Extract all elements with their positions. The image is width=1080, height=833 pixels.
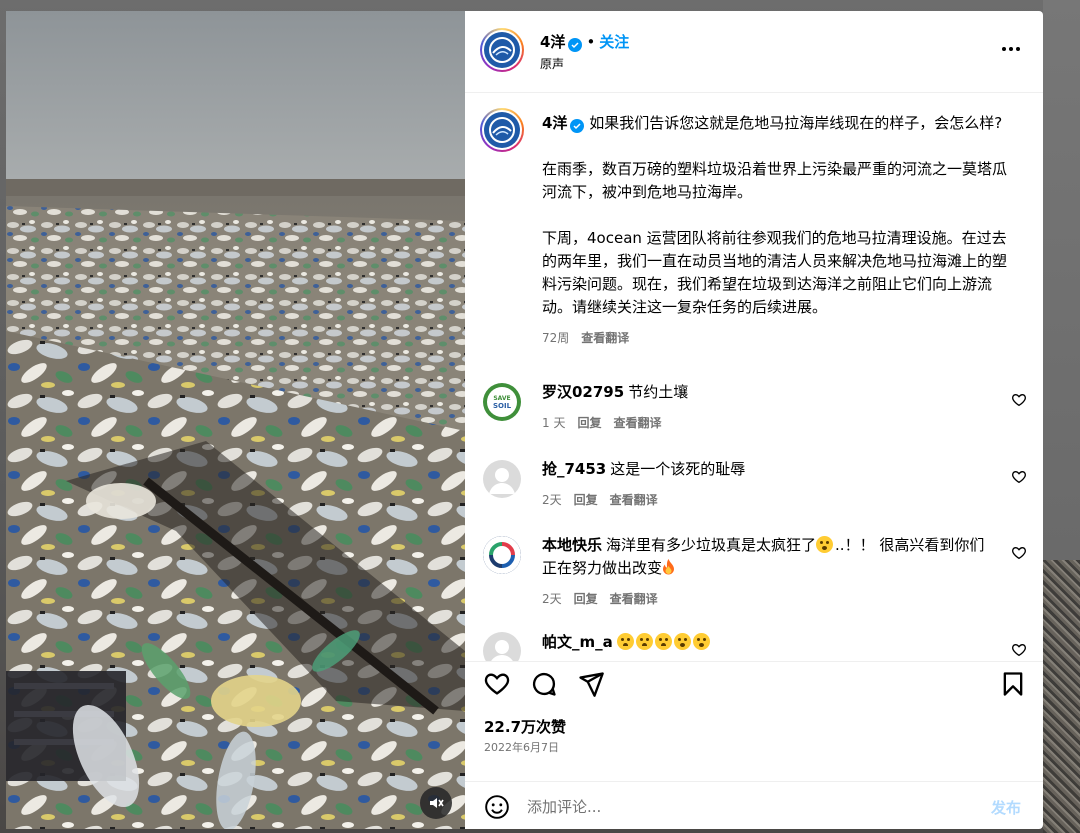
comment-text: 节约土壤 — [628, 383, 689, 401]
heart-icon[interactable] — [1011, 642, 1027, 658]
post-date[interactable]: 2022年6月7日 — [484, 739, 559, 755]
author-avatar[interactable] — [480, 28, 524, 72]
see-translation-link[interactable]: 查看翻译 — [610, 493, 658, 507]
astonished-emoji-icon — [692, 633, 710, 650]
post-header: 4洋 • 关注 原声 — [465, 11, 1043, 93]
reply-button[interactable]: 回复 — [574, 592, 598, 606]
caption-age[interactable]: 72周 — [542, 331, 569, 345]
caption-avatar[interactable] — [480, 108, 524, 152]
share-icon[interactable] — [577, 670, 605, 698]
muted-speaker-icon — [430, 798, 444, 808]
heart-icon[interactable] — [1011, 545, 1027, 561]
heart-icon[interactable] — [483, 670, 511, 698]
caption-username[interactable]: 4洋 — [542, 114, 567, 132]
comment-text: 这是一个该死的耻辱 — [610, 460, 746, 478]
comment-body: 帕文_m_a — [542, 631, 997, 654]
comment-username[interactable]: 罗汉02795 — [542, 383, 624, 401]
author-line: 4洋 • 关注 — [540, 31, 629, 52]
comment-input[interactable] — [527, 794, 967, 820]
more-options-icon — [1002, 47, 1006, 51]
caption-paragraph-2: 在雨季，数百万磅的塑料垃圾沿着世界上污染最严重的河流之一莫塔瓜河流下，被冲到危地… — [542, 160, 1008, 201]
astonished-emoji-icon — [816, 536, 834, 553]
post-detail-panel: 4洋 • 关注 原声 4洋 如果我们告诉您这就是危地马拉海岸线现在的样子，会怎么样?… — [465, 11, 1043, 829]
heart-icon[interactable] — [1011, 392, 1027, 408]
reply-button[interactable]: 回复 — [577, 416, 601, 430]
crying-emoji-icon — [635, 633, 653, 650]
comment-meta: 2天 回复 查看翻译 — [542, 491, 670, 508]
follow-button[interactable]: 关注 — [599, 33, 629, 51]
local-happiness-logo-icon — [483, 536, 521, 574]
caption-paragraph-3: 下周，4ocean 运营团队将前往参观我们的危地马拉清理设施。在过去的两年里，我… — [542, 229, 1008, 316]
more-options-button[interactable] — [997, 37, 1025, 61]
default-avatar-icon — [491, 640, 513, 661]
commenter-avatar[interactable] — [483, 460, 521, 498]
comment-meta: 2天 回复 查看翻译 — [542, 590, 670, 607]
avatar-text: SAVE — [493, 394, 511, 402]
comment-age[interactable]: 2天 — [542, 592, 562, 606]
comment-username[interactable]: 本地快乐 — [542, 536, 602, 554]
caption-text: 4洋 如果我们告诉您这就是危地马拉海岸线现在的样子，会怎么样? 在雨季，数百万磅… — [542, 112, 1012, 342]
fire-emoji-icon — [663, 559, 675, 575]
commenter-avatar[interactable] — [483, 632, 521, 661]
separator-dot: • — [586, 33, 596, 51]
caption-line-1: 如果我们告诉您这就是危地马拉海岸线现在的样子，会怎么样? — [589, 114, 1003, 132]
comment-body: 本地快乐 海洋里有多少垃圾真是太疯狂了..！！ 很高兴看到你们正在努力做出改变 — [542, 534, 997, 580]
mute-toggle-button[interactable] — [420, 787, 452, 819]
add-comment-bar: 发布 — [465, 781, 1043, 829]
see-translation-link[interactable]: 查看翻译 — [613, 416, 661, 430]
comment-username[interactable]: 帕文_m_a — [542, 633, 613, 651]
astonished-emoji-icon — [673, 633, 691, 650]
like-count[interactable]: 22.7万次赞 — [484, 716, 566, 737]
4ocean-logo-icon — [489, 117, 515, 143]
avatar-text: SOIL — [492, 401, 512, 410]
commenter-avatar[interactable]: SAVE SOIL — [483, 383, 521, 421]
audio-label[interactable]: 原声 — [540, 55, 564, 72]
see-translation-link[interactable]: 查看翻译 — [581, 331, 629, 345]
caption-meta: 72周 查看翻译 — [542, 329, 629, 346]
crying-emoji-icon — [654, 633, 672, 650]
comment-username[interactable]: 抢_7453 — [542, 460, 606, 478]
comments-scroll-area[interactable]: 4洋 如果我们告诉您这就是危地马拉海岸线现在的样子，会怎么样? 在雨季，数百万磅… — [465, 94, 1043, 661]
default-avatar-icon — [489, 468, 515, 494]
verified-badge-icon — [568, 38, 583, 52]
comment-age[interactable]: 1 天 — [542, 416, 565, 430]
comment-body: 罗汉02795 节约土壤 — [542, 381, 997, 404]
4ocean-logo-icon — [489, 37, 515, 63]
comment-age[interactable]: 2天 — [542, 493, 562, 507]
post-actions: 22.7万次赞 2022年6月7日 — [465, 661, 1043, 781]
backdrop-edge-image — [1043, 560, 1080, 833]
bookmark-icon[interactable] — [999, 670, 1027, 698]
beach-plastic-photo — [6, 11, 465, 829]
comment-body: 抢_7453 这是一个该死的耻辱 — [542, 458, 997, 481]
backdrop-edge — [1043, 0, 1080, 560]
comment-icon[interactable] — [530, 670, 558, 698]
commenter-avatar[interactable] — [483, 536, 521, 574]
crying-emoji-icon — [616, 633, 634, 650]
author-username[interactable]: 4洋 — [540, 33, 565, 51]
reply-button[interactable]: 回复 — [574, 493, 598, 507]
comment-meta: 1 天回复 查看翻译 — [542, 414, 673, 431]
verified-badge-icon — [570, 119, 585, 133]
heart-icon[interactable] — [1011, 469, 1027, 485]
post-comment-button[interactable]: 发布 — [991, 797, 1021, 818]
emoji-icon[interactable] — [484, 794, 510, 820]
see-translation-link[interactable]: 查看翻译 — [610, 592, 658, 606]
post-media[interactable] — [6, 11, 465, 829]
comment-text: 海洋里有多少垃圾真是太疯狂了 — [606, 536, 817, 554]
